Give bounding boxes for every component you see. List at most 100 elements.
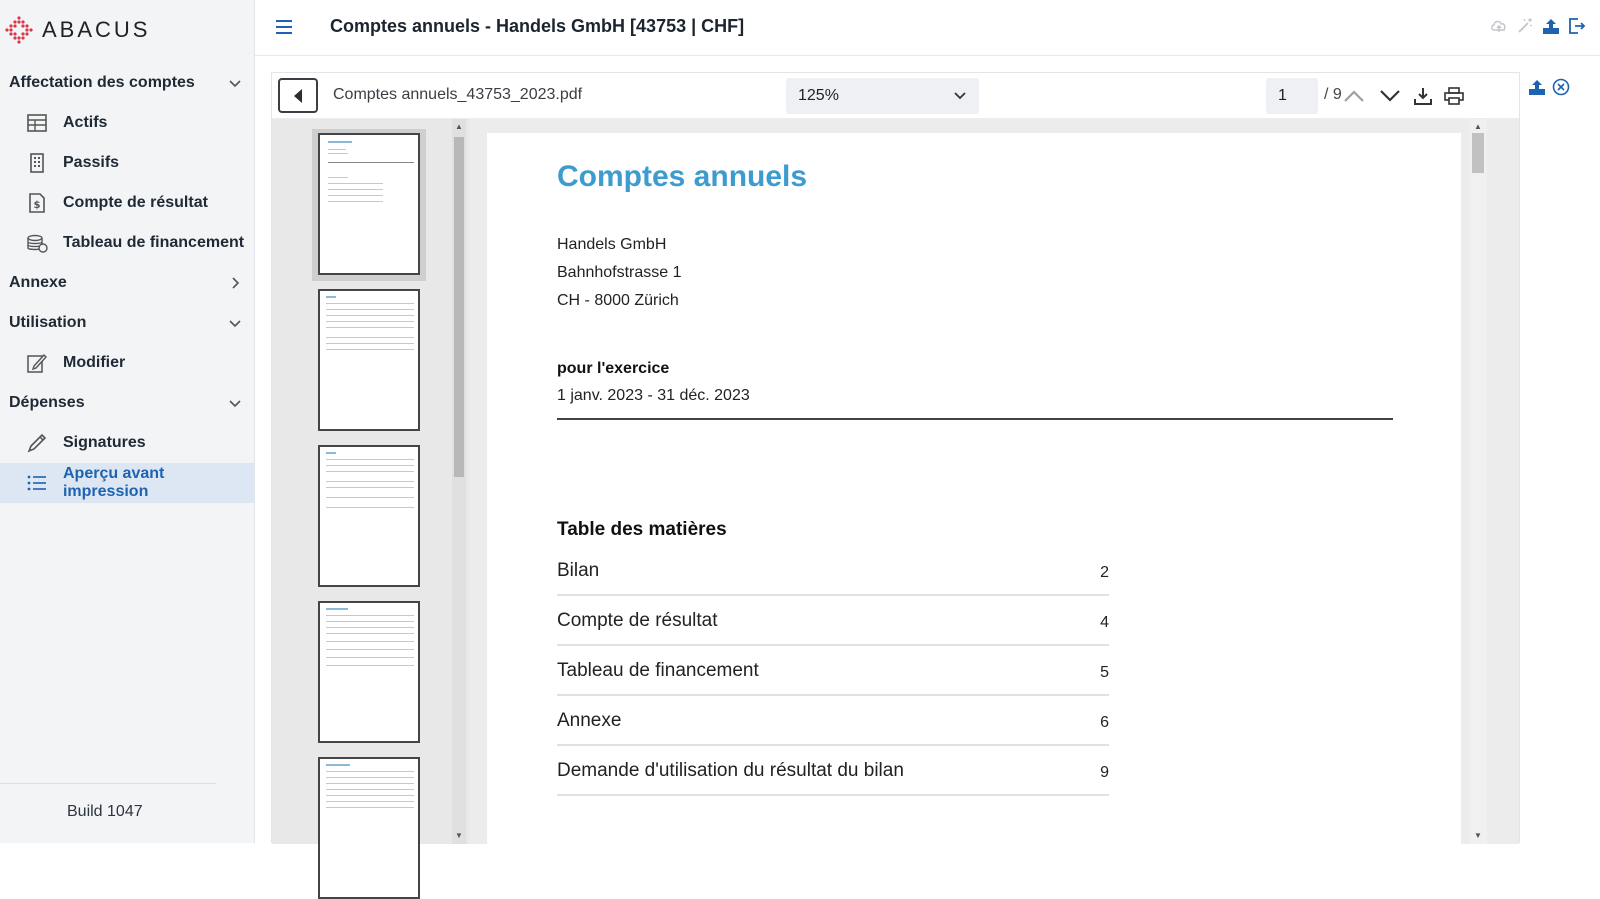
sidebar-item-label: Passifs	[63, 154, 120, 171]
toc-label: Tableau de financement	[557, 660, 759, 681]
thumb-line	[326, 608, 348, 610]
thumb-line	[326, 783, 414, 784]
hamburger-menu-icon[interactable]	[275, 18, 293, 36]
period-label: pour l'exercice	[557, 360, 670, 377]
thumbnail-page-5[interactable]	[318, 757, 420, 899]
cloud-upload-icon[interactable]	[1490, 17, 1508, 35]
thumbnail-page-3[interactable]	[318, 445, 420, 587]
thumb-line	[326, 641, 414, 642]
address-line: Bahnhofstrasse 1	[557, 264, 682, 281]
address-block: Handels GmbH Bahnhofstrasse 1 CH - 8000 …	[557, 231, 682, 315]
page-number-input[interactable]	[1266, 78, 1318, 114]
pen-icon	[26, 432, 48, 454]
caret-left-icon	[294, 88, 302, 103]
abacus-logo[interactable]: ABACUS	[4, 10, 150, 50]
toc-page: 4	[1100, 614, 1109, 631]
sidebar-item-tableau-financement[interactable]: Tableau de financement	[0, 223, 254, 263]
sidebar: ABACUS Affectation des comptes Actifs Pa…	[0, 0, 255, 843]
toc-page: 9	[1100, 764, 1109, 781]
top-header: Comptes annuels - Handels GmbH [43753 | …	[255, 0, 1600, 56]
thumbnail-panel: ▲ ▼	[272, 119, 469, 899]
list-icon	[26, 472, 48, 494]
divider	[557, 418, 1393, 420]
sidebar-divider	[0, 783, 216, 784]
print-icon[interactable]	[1442, 84, 1466, 108]
sidebar-group-label: Annexe	[9, 274, 67, 291]
thumbnail-page-1[interactable]	[318, 133, 420, 275]
toc-title: Table des matières	[557, 519, 727, 540]
scrollbar-thumb[interactable]	[454, 137, 464, 477]
sidebar-item-label: Modifier	[63, 354, 126, 371]
sidebar-item-apercu[interactable]: Aperçu avant impression	[0, 463, 254, 503]
page-scrollbar[interactable]: ▲ ▼	[1469, 119, 1487, 844]
viewer-side-actions	[1528, 78, 1570, 96]
scroll-up-arrow-icon[interactable]: ▲	[455, 122, 463, 131]
thumb-line	[326, 771, 414, 772]
export-icon[interactable]	[1542, 17, 1560, 35]
thumb-line	[326, 497, 414, 498]
thumb-line	[326, 471, 414, 472]
sidebar-item-passifs[interactable]: Passifs	[0, 143, 254, 183]
thumbnail-scrollbar[interactable]: ▲ ▼	[452, 119, 466, 844]
thumb-line	[328, 177, 348, 178]
download-icon[interactable]	[1411, 84, 1435, 108]
sidebar-item-modifier[interactable]: Modifier	[0, 343, 254, 383]
magic-wand-icon[interactable]	[1516, 17, 1534, 35]
sidebar-group-depenses[interactable]: Dépenses	[0, 383, 254, 423]
toggle-thumbnails-button[interactable]	[278, 78, 318, 113]
sidebar-item-signatures[interactable]: Signatures	[0, 423, 254, 463]
svg-text:$: $	[34, 200, 41, 211]
next-page-icon[interactable]	[1378, 84, 1402, 108]
thumbnail-page-2[interactable]	[318, 289, 420, 431]
scroll-up-arrow-icon[interactable]: ▲	[1474, 122, 1482, 131]
chevron-down-icon	[229, 320, 241, 328]
pdf-page: Comptes annuels Handels GmbH Bahnhofstra…	[487, 133, 1461, 844]
logo-text: ABACUS	[42, 17, 151, 42]
thumb-line	[326, 487, 414, 488]
thumb-line	[326, 633, 414, 634]
sidebar-group-affectation[interactable]: Affectation des comptes	[0, 63, 254, 103]
toc-page: 5	[1100, 664, 1109, 681]
toc-row[interactable]: Tableau de financement 5	[557, 646, 1109, 696]
thumb-line	[326, 801, 414, 802]
table-icon	[26, 112, 48, 134]
sidebar-nav: Affectation des comptes Actifs Passifs $…	[0, 63, 254, 503]
sidebar-item-actifs[interactable]: Actifs	[0, 103, 254, 143]
sidebar-group-annexe[interactable]: Annexe	[0, 263, 254, 303]
thumb-line	[326, 665, 414, 666]
zoom-select[interactable]: 125%	[786, 78, 979, 114]
toc-row[interactable]: Demande d'utilisation du résultat du bil…	[557, 746, 1109, 796]
scrollbar-thumb[interactable]	[1472, 133, 1484, 173]
page-title: Comptes annuels - Handels GmbH [43753 | …	[330, 16, 745, 36]
thumb-line	[328, 183, 383, 184]
toc-label: Demande d'utilisation du résultat du bil…	[557, 760, 904, 781]
pdf-viewer: Comptes annuels_43753_2023.pdf 125% / 9	[271, 72, 1520, 899]
sidebar-group-utilisation[interactable]: Utilisation	[0, 303, 254, 343]
toc-row[interactable]: Bilan 2	[557, 546, 1109, 596]
sidebar-item-compte-resultat[interactable]: $ Compte de résultat	[0, 183, 254, 223]
thumb-line	[326, 507, 414, 508]
scroll-down-arrow-icon[interactable]: ▼	[1474, 831, 1482, 840]
previous-page-icon[interactable]	[1342, 84, 1366, 108]
period-value: 1 janv. 2023 - 31 déc. 2023	[557, 387, 750, 404]
build-version: Build 1047	[67, 803, 143, 820]
toc-label: Bilan	[557, 560, 600, 581]
thumb-line	[326, 764, 350, 766]
sidebar-group-label: Affectation des comptes	[9, 74, 195, 91]
close-circle-icon[interactable]	[1552, 78, 1570, 96]
thumb-line	[326, 459, 414, 460]
toc-label: Annexe	[557, 710, 622, 731]
toc-row[interactable]: Compte de résultat 4	[557, 596, 1109, 646]
thumb-line	[326, 337, 414, 338]
thumbnail-page-4[interactable]	[318, 601, 420, 743]
export-icon[interactable]	[1528, 78, 1546, 96]
page-area: Comptes annuels Handels GmbH Bahnhofstra…	[469, 119, 1519, 844]
toc-row[interactable]: Annexe 6	[557, 696, 1109, 746]
thumb-line	[326, 621, 414, 622]
logout-icon[interactable]	[1568, 17, 1586, 35]
scroll-down-arrow-icon[interactable]: ▼	[455, 831, 463, 840]
chevron-down-icon	[229, 80, 241, 88]
thumb-line	[326, 452, 336, 454]
sidebar-item-label: Compte de résultat	[63, 194, 208, 211]
document-title: Comptes annuels	[557, 160, 808, 193]
